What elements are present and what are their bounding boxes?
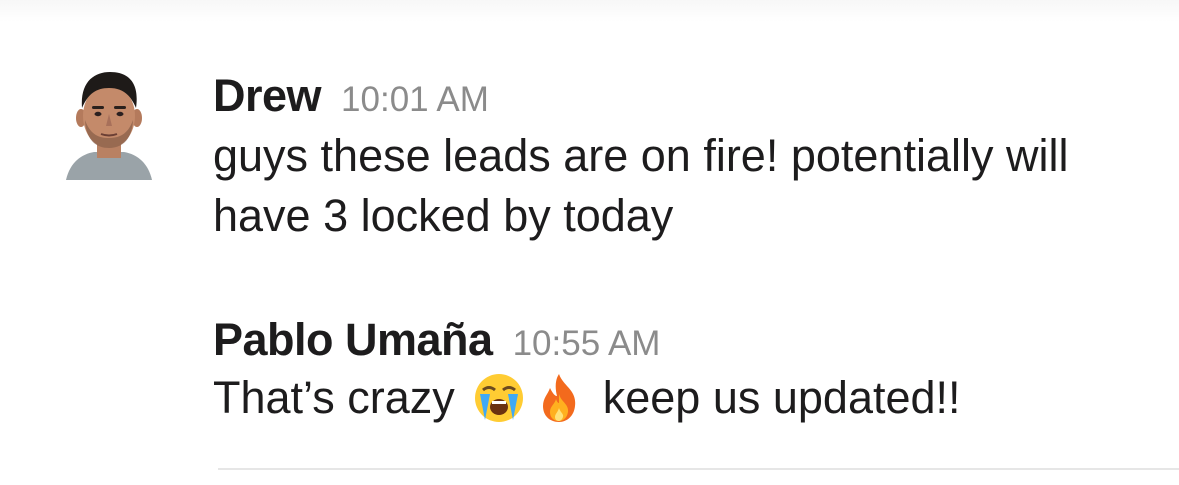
avatar[interactable] [64,68,154,180]
message-text: guys these leads are on fire! potentiall… [213,130,1069,241]
loudly-crying-face-icon [474,374,523,422]
message-body: Pablo Umaña 10:55 AM That’s crazy keep u [213,312,1163,428]
author-name[interactable]: Drew [213,68,322,124]
author-name[interactable]: Pablo Umaña [213,312,493,368]
message-timestamp[interactable]: 10:55 AM [513,316,661,372]
message-body: Drew 10:01 AM guys these leads are on fi… [213,68,1163,246]
person-avatar-icon [66,72,152,180]
message-text-part: That’s crazy [213,372,455,423]
message-header: Pablo Umaña 10:55 AM [213,312,1163,368]
message-text-part: keep us updated!! [602,372,961,423]
message-text: That’s crazy keep us updated!! [213,368,1163,428]
message-timestamp[interactable]: 10:01 AM [341,72,489,128]
top-edge [0,0,1179,22]
fire-icon [542,374,575,422]
divider [218,468,1179,470]
message-header: Drew 10:01 AM [213,68,1163,124]
